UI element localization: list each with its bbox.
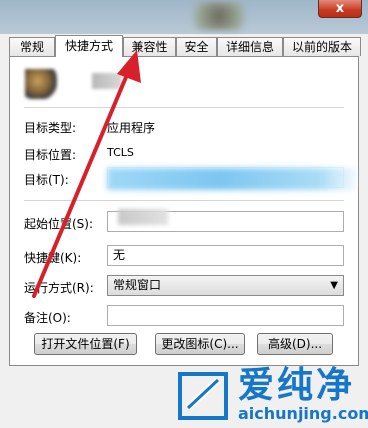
watermark-url: aichunjing.com [238, 404, 368, 423]
watermark-name: 爱纯净 [238, 365, 356, 406]
arrow-shaft [32, 68, 131, 298]
annotation-arrow [32, 50, 141, 298]
watermark-logo-icon [178, 372, 228, 420]
tab-shortcut[interactable]: 快捷方式 [55, 35, 123, 57]
